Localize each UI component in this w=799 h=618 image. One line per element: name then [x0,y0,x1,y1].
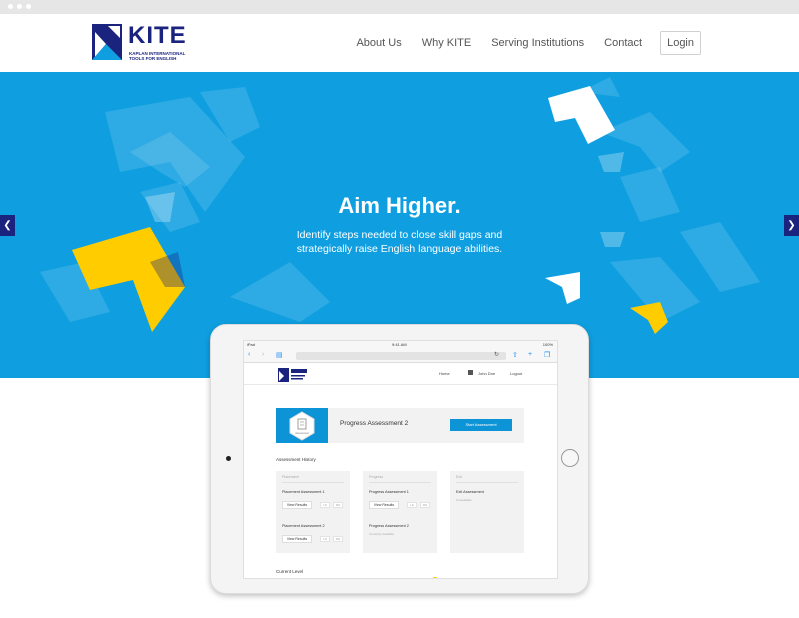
level-marker [431,577,439,578]
score-tag: LR [407,502,417,508]
status-battery: 100% [542,342,553,347]
back-icon: ‹ [248,351,251,358]
column-heading: Progress [369,475,384,479]
assessment-title: Progress Assessment 2 [340,420,409,427]
status-device: iPad [247,342,256,347]
availability-note: Unavailable [456,498,472,502]
chevron-left-icon: ❮ [3,220,12,231]
column-divider [282,482,344,483]
hero-title: Aim Higher. [338,193,461,218]
column-divider [369,482,431,483]
column-item: Placement Assessment 2 [282,524,325,528]
logo-tagline-line2: TOOLS FOR ENGLISH [129,56,177,61]
score-tag: RW [333,536,343,542]
safari-toolbar: ‹ › ▤ ↻ ⇧ + ❐ [244,349,557,363]
column-item: Progress Assessment 2 [369,524,409,528]
app-nav: Home John Doe Logout [244,363,557,385]
assessment-icon-box: Assessment [276,408,328,443]
score-tag: LR [320,536,330,542]
reload-icon: ↻ [494,352,500,358]
tablet-status-bar: iPad 9:41 AM 100% [244,341,557,349]
nav-about-us[interactable]: About Us [356,37,401,49]
score-tag: RW [333,502,343,508]
nav-why-kite[interactable]: Why KITE [422,37,472,49]
hero-white-small-shape [545,272,580,304]
kite-logo[interactable]: KITE KAPLAN INTERNATIONAL TOOLS FOR ENGL… [92,22,192,64]
view-results-button: View Results [282,501,312,509]
tablet-screen: iPad 9:41 AM 100% ‹ › ▤ ↻ ⇧ + ❐ Home Joh… [243,340,558,579]
nav-serving-institutions[interactable]: Serving Institutions [491,37,584,49]
user-avatar-icon [468,370,473,375]
hero-subtitle: Identify steps needed to close skill gap… [296,229,503,255]
assessment-badge-icon [289,411,315,441]
app-nav-user: John Doe [478,371,496,376]
assessment-badge-label: Assessment [295,432,309,435]
window-maximize-dot[interactable] [26,4,31,9]
nav-contact[interactable]: Contact [604,37,642,49]
login-button[interactable]: Login [660,31,701,55]
carousel-prev-button[interactable]: ❮ [0,215,15,236]
column-item: Exit Assessment [456,490,484,494]
availability-note: Currently Available [369,532,394,536]
logo-tagline: KAPLAN INTERNATIONAL TOOLS FOR ENGLISH [129,51,189,61]
assessment-history-label: Assessment History [276,457,316,462]
column-divider [456,482,518,483]
status-time: 9:41 AM [392,342,407,347]
view-results-button: View Results [369,501,399,509]
window-close-dot[interactable] [8,4,13,9]
site-header: KITE KAPLAN INTERNATIONAL TOOLS FOR ENGL… [0,14,799,72]
app-nav-logout: Logout [510,371,523,376]
new-tab-icon: + [528,351,533,358]
window-minimize-dot[interactable] [17,4,22,9]
browser-chrome [0,0,799,14]
url-bar [296,352,506,360]
carousel-next-button[interactable]: ❯ [784,215,799,236]
column-heading: Placement [282,475,299,479]
bookmarks-icon: ▤ [276,352,283,359]
chevron-right-icon: ❯ [787,220,796,231]
column-heading: Exit [456,475,462,479]
view-results-button: View Results [282,535,312,543]
current-level-label: Current Level [276,569,304,574]
kite-logo-icon [92,24,122,60]
tablet-mockup: iPad 9:41 AM 100% ‹ › ▤ ↻ ⇧ + ❐ Home Joh… [210,324,589,594]
column-item: Progress Assessment 1 [369,490,409,494]
logo-word: KITE [128,22,187,49]
tablet-camera [226,456,231,461]
progress-column: Progress Progress Assessment 1 View Resu… [363,471,437,553]
score-tag: LR [320,502,330,508]
exit-column: Exit Exit Assessment Unavailable [450,471,524,553]
tabs-icon: ❐ [544,352,551,359]
app-logo-icon [278,368,307,382]
main-nav: About Us Why KITE Serving Institutions C… [336,31,701,55]
assessment-card: Assessment Progress Assessment 2 Start A… [276,408,524,443]
app-nav-home: Home [439,371,450,376]
share-icon: ⇧ [512,352,518,359]
tablet-home-button [561,449,579,467]
forward-icon: › [262,351,265,358]
placement-column: Placement Placement Assessment 1 View Re… [276,471,350,553]
column-item: Placement Assessment 1 [282,490,325,494]
start-assessment-button: Start Assessment [450,419,512,431]
score-tag: RW [420,502,430,508]
